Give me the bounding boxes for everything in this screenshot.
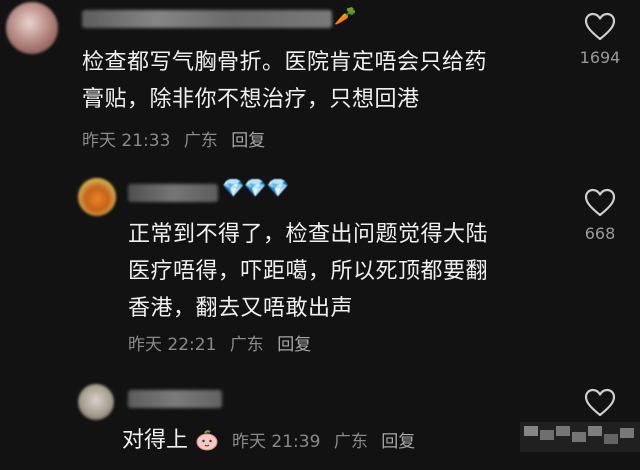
reply-button[interactable]: 回复	[231, 131, 265, 151]
comment-list: 🥕 检查都写气胸骨折。医院肯定唔会只给药 膏贴，除非你不想治疗，只想回港 昨天 …	[0, 0, 640, 470]
like-button[interactable]	[570, 388, 630, 418]
watermark-mosaic	[520, 422, 640, 452]
like-count: 668	[584, 224, 616, 243]
comment-meta: 昨天 22:21 广东 回复	[128, 330, 319, 355]
comment-item: 🥕 检查都写气胸骨折。医院肯定唔会只给药 膏贴，除非你不想治疗，只想回港 昨天 …	[0, 0, 640, 160]
avatar[interactable]	[78, 384, 114, 420]
comment-meta: 昨天 21:33 广东 回复	[82, 126, 273, 151]
like-button[interactable]: 668	[570, 188, 630, 243]
comment-text: 对得上	[122, 428, 189, 453]
heart-icon	[584, 388, 616, 417]
heart-icon	[584, 12, 616, 41]
comment-location: 广东	[183, 131, 218, 151]
peach-emoji-icon	[196, 430, 218, 451]
comment-item: 💎💎💎 正常到不得了，检查出问题觉得大陆 医疗唔得，吓距噶，所以死顶都要翻 香港…	[0, 170, 640, 360]
comment-location: 广东	[229, 335, 264, 355]
comment-meta: 昨天 21:39 广东 回复	[232, 432, 423, 452]
like-count: 1694	[579, 48, 621, 67]
comment-time: 昨天 21:39	[232, 432, 321, 452]
avatar[interactable]	[78, 178, 116, 216]
comment-text: 检查都写气胸骨折。医院肯定唔会只给药 膏贴，除非你不想治疗，只想回港	[82, 50, 488, 112]
comment-time: 昨天 21:33	[82, 131, 171, 151]
username-emoji: 🥕	[334, 6, 357, 27]
like-button[interactable]: 1694	[570, 12, 630, 67]
username[interactable]	[82, 10, 332, 28]
username-emoji: 💎💎💎	[222, 178, 290, 199]
comment-time: 昨天 22:21	[128, 335, 217, 355]
username[interactable]	[128, 390, 222, 408]
reply-button[interactable]: 回复	[277, 335, 311, 355]
comment-body: 对得上 昨天 21:39 广东 回复	[122, 422, 423, 454]
reply-button[interactable]: 回复	[381, 432, 415, 452]
heart-icon	[584, 188, 616, 217]
username[interactable]	[128, 184, 218, 202]
comment-text: 正常到不得了，检查出问题觉得大陆 医疗唔得，吓距噶，所以死顶都要翻 香港，翻去又…	[128, 222, 489, 321]
avatar[interactable]	[6, 2, 58, 54]
comment-location: 广东	[333, 432, 368, 452]
